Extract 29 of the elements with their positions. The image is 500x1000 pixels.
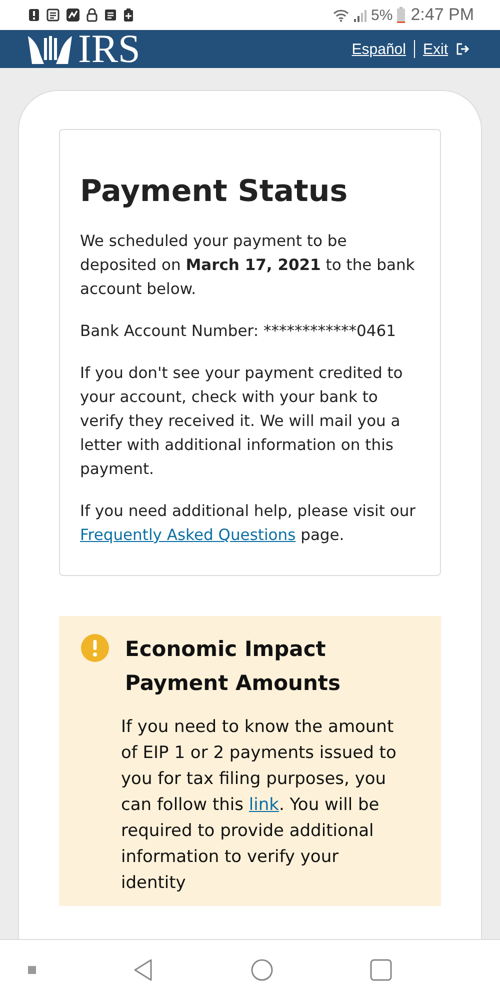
back-icon[interactable] — [133, 958, 154, 982]
exit-link[interactable]: Exit — [422, 40, 448, 58]
faq-link[interactable]: Frequently Asked Questions — [80, 526, 296, 544]
logo-text: IRS — [78, 30, 140, 68]
alert-title: Economic Impact Payment Amounts — [125, 636, 342, 697]
eip-link[interactable]: link — [248, 795, 279, 815]
spanish-link[interactable]: Español — [352, 40, 406, 58]
status-paragraph: We scheduled your payment to be deposited on March 17, 2021 to the bank account below. — [80, 231, 416, 300]
exclamation-icon — [81, 634, 109, 662]
battery-plus-icon — [123, 8, 134, 22]
page-title: Payment Status — [80, 174, 349, 209]
chart-notification-icon — [66, 8, 80, 22]
battery-percentage: 5% — [371, 6, 393, 24]
bank-account-number: Bank Account Number: ************0461 — [80, 321, 397, 342]
document-notification-icon — [104, 8, 117, 22]
help-paragraph: If you need additional help, please visit our Frequently Asked Questions page. — [80, 501, 417, 546]
news-notification-icon — [46, 8, 60, 22]
signal-icon — [353, 8, 367, 22]
alert-notification-icon — [28, 8, 40, 22]
battery-icon — [396, 7, 405, 23]
status-paragraph: If you don't see your payment credited to your account, check with your bank to verify they received it. We will mail you a letter with additional information on this payment. — [80, 363, 404, 480]
home-icon[interactable] — [250, 959, 273, 981]
exit-icon — [456, 43, 470, 55]
recents-icon[interactable] — [370, 959, 392, 981]
irs-logo[interactable]: IRS — [26, 30, 140, 68]
alert-paragraph: If you need to know the amount of EIP 1 or 2 payments issued to you for tax filing purposes, you can follow this link. You will be required to provide additional information to verify your identity — [121, 716, 398, 895]
lock-icon — [86, 8, 98, 22]
wifi-icon — [333, 8, 349, 22]
clock-time: 2:47 PM — [410, 5, 474, 25]
